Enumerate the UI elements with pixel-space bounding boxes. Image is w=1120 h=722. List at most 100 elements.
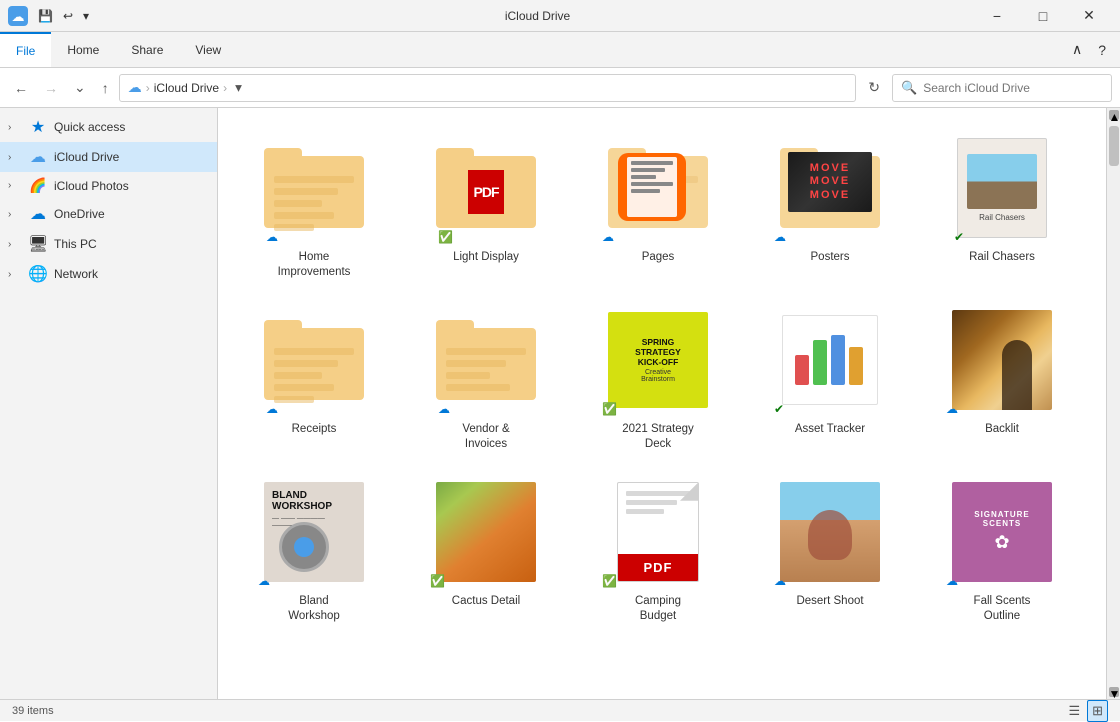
asset-tracker-thumb — [782, 315, 878, 405]
main-layout: › ★ Quick access › ☁ iCloud Drive › 🌈 iC… — [0, 108, 1120, 699]
qat-save-button[interactable]: 💾 — [34, 7, 57, 25]
qat-undo-button[interactable]: ↩ — [59, 7, 77, 25]
ribbon-help-button[interactable]: ? — [1092, 40, 1112, 60]
scroll-up-arrow[interactable]: ▲ — [1109, 110, 1119, 120]
scrollbar-track[interactable]: ▲ ▼ — [1106, 108, 1120, 699]
list-item[interactable]: ☁ Backlit — [922, 296, 1082, 460]
file-status-icon: ☁ — [774, 230, 786, 244]
list-item[interactable]: ☁ Receipts — [234, 296, 394, 460]
list-item[interactable]: SPRINGSTRATEGYKICK-OFF CreativeBrainstor… — [578, 296, 738, 460]
recent-locations-button[interactable]: ⌄ — [68, 75, 92, 100]
tab-view[interactable]: View — [179, 32, 237, 67]
up-button[interactable]: ↑ — [96, 76, 115, 100]
title-bar: ☁ 💾 ↩ ▾ iCloud Drive − □ ✕ — [0, 0, 1120, 32]
file-name: HomeImprovements — [278, 250, 351, 280]
file-status-icon: ✅ — [438, 230, 453, 244]
onedrive-icon: ☁ — [28, 204, 48, 224]
file-status-icon: ☁ — [946, 402, 958, 416]
close-button[interactable]: ✕ — [1066, 0, 1112, 32]
file-thumbnail: BLANDWORKSHOP — —— ———— —————— ☁ — [258, 476, 370, 588]
content-area: ☁ HomeImprovements PDF ✅ Light Display — [218, 108, 1106, 699]
file-thumbnail: ☁ — [430, 304, 542, 416]
status-bar: 39 items ☰ ⊞ — [0, 699, 1120, 721]
file-thumbnail: ☁ — [774, 476, 886, 588]
sidebar-item-quick-access[interactable]: › ★ Quick access — [0, 112, 217, 142]
maximize-button[interactable]: □ — [1020, 0, 1066, 32]
file-name: Pages — [642, 250, 675, 265]
file-thumbnail: PDF ✅ — [430, 132, 542, 244]
view-toggle: ☰ ⊞ — [1063, 700, 1108, 722]
bland-thumb: BLANDWORKSHOP — —— ———— —————— — [264, 482, 364, 582]
tab-home[interactable]: Home — [51, 32, 115, 67]
file-thumbnail: ☁ — [946, 304, 1058, 416]
list-item[interactable]: PDF ✅ CampingBudget — [578, 468, 738, 632]
sidebar-item-this-pc[interactable]: › 🖥 This PC — [0, 229, 217, 259]
list-item[interactable]: ✅ Cactus Detail — [406, 468, 566, 632]
minimize-button[interactable]: − — [974, 0, 1020, 32]
pdf-badge-label: PDF — [618, 554, 698, 581]
address-path[interactable]: ☁ › iCloud Drive › ▾ — [119, 74, 857, 102]
list-item[interactable]: ☁ Vendor &Invoices — [406, 296, 566, 460]
list-item[interactable]: ☁ Desert Shoot — [750, 468, 910, 632]
app-icon: ☁ — [8, 6, 28, 26]
window-title: iCloud Drive — [101, 9, 974, 23]
list-item[interactable]: PDF ✅ Light Display — [406, 124, 566, 288]
scroll-thumb[interactable] — [1109, 126, 1119, 166]
rail-text: Rail Chasers — [979, 213, 1025, 222]
search-input[interactable] — [923, 81, 1103, 95]
path-end-chevron: › — [223, 81, 227, 95]
refresh-button[interactable]: ↻ — [860, 75, 888, 100]
bland-title: BLANDWORKSHOP — [272, 490, 356, 512]
sidebar-label-onedrive: OneDrive — [54, 207, 105, 221]
file-status-icon: ✅ — [602, 402, 617, 416]
expand-arrow: › — [8, 122, 22, 133]
sidebar: › ★ Quick access › ☁ iCloud Drive › 🌈 iC… — [0, 108, 218, 699]
list-item[interactable]: ☁ HomeImprovements — [234, 124, 394, 288]
this-pc-icon: 🖥 — [28, 234, 48, 254]
file-status-icon: ☁ — [946, 574, 958, 588]
sidebar-item-icloud-photos[interactable]: › 🌈 iCloud Photos — [0, 172, 217, 199]
pdf-icon: PDF — [617, 482, 699, 582]
ribbon-expand-button[interactable]: ∧ — [1066, 39, 1088, 60]
view-list-button[interactable]: ☰ — [1063, 700, 1085, 722]
file-name: Desert Shoot — [796, 594, 863, 609]
bar-chart-svg — [790, 325, 870, 395]
tab-share[interactable]: Share — [115, 32, 179, 67]
list-item[interactable]: MOVEMOVEMOVE ☁ Posters — [750, 124, 910, 288]
file-name: BlandWorkshop — [288, 594, 340, 624]
quick-access-icon: ★ — [28, 117, 48, 137]
file-status-icon: ☁ — [266, 402, 278, 416]
file-thumbnail: ✔ — [774, 304, 886, 416]
tab-file[interactable]: File — [0, 32, 51, 67]
bland-device — [279, 522, 329, 572]
path-label: iCloud Drive — [154, 81, 219, 95]
list-item[interactable]: SIGNATURESCENTS ✿ ☁ Fall ScentsOutline — [922, 468, 1082, 632]
folder-icon-vendor — [436, 320, 536, 400]
back-button[interactable]: ← — [8, 76, 34, 100]
sidebar-item-onedrive[interactable]: › ☁ OneDrive — [0, 199, 217, 229]
path-dropdown-button[interactable]: ▾ — [235, 80, 242, 96]
list-item[interactable]: ✔ Asset Tracker — [750, 296, 910, 460]
file-status-icon: ☁ — [266, 230, 278, 244]
sidebar-label-quick-access: Quick access — [54, 120, 125, 134]
file-name: CampingBudget — [635, 594, 681, 624]
sidebar-label-icloud-photos: iCloud Photos — [54, 179, 129, 193]
file-name: 2021 StrategyDeck — [622, 422, 694, 452]
list-item[interactable]: BLANDWORKSHOP — —— ———— —————— ☁ BlandWo… — [234, 468, 394, 632]
scroll-area — [1109, 122, 1119, 685]
forward-button[interactable]: → — [38, 76, 64, 100]
qat-dropdown-button[interactable]: ▾ — [79, 7, 93, 25]
file-status-icon: ✔ — [954, 230, 964, 244]
file-name: Vendor &Invoices — [462, 422, 509, 452]
list-item[interactable]: Rail Chasers ✔ Rail Chasers — [922, 124, 1082, 288]
file-name: Receipts — [292, 422, 337, 437]
file-status-icon: ✅ — [602, 574, 617, 588]
scroll-down-arrow[interactable]: ▼ — [1109, 687, 1119, 697]
sidebar-item-network[interactable]: › 🌐 Network — [0, 259, 217, 289]
view-grid-button[interactable]: ⊞ — [1087, 700, 1108, 722]
list-item[interactable]: ☁ Pages — [578, 124, 738, 288]
sidebar-item-icloud-drive[interactable]: › ☁ iCloud Drive — [0, 142, 217, 172]
file-name: Cactus Detail — [452, 594, 520, 609]
strategy-text: SPRINGSTRATEGYKICK-OFF — [635, 337, 681, 368]
icloud-drive-icon: ☁ — [28, 147, 48, 167]
